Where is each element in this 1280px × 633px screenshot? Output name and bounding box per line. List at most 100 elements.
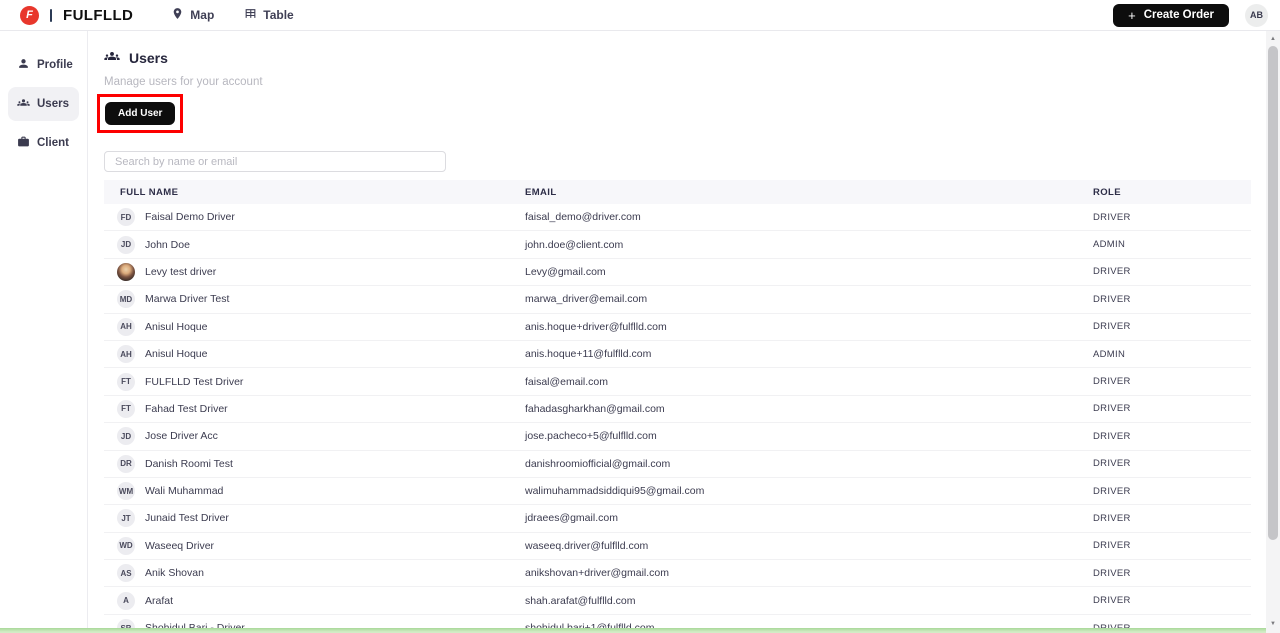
users-icon — [17, 96, 30, 112]
table-row[interactable]: MD Marwa Driver Test marwa_driver@email.… — [104, 286, 1251, 314]
sidebar-item-client[interactable]: Client — [8, 126, 79, 160]
sidebar-item-users[interactable]: Users — [8, 87, 79, 121]
table-row[interactable]: DR Danish Roomi Test danishroomiofficial… — [104, 451, 1251, 478]
user-full-name: Wali Muhammad — [145, 485, 224, 498]
fulflld-logo-icon[interactable]: F — [20, 5, 39, 25]
user-role: ADMIN — [1093, 239, 1126, 251]
vertical-scrollbar[interactable]: ▲ ▼ — [1266, 31, 1280, 633]
bottom-green-bar — [0, 628, 1266, 633]
user-email: jose.pacheco+5@fulflld.com — [525, 430, 657, 443]
table-header-row: FULL NAME EMAIL ROLE — [104, 180, 1251, 204]
row-avatar: WM — [117, 482, 135, 501]
table-body: FD Faisal Demo Driver faisal_demo@driver… — [104, 204, 1251, 633]
user-email: Levy@gmail.com — [525, 265, 606, 278]
user-email: danishroomiofficial@gmail.com — [525, 457, 671, 470]
user-role: DRIVER — [1093, 458, 1131, 470]
user-role: DRIVER — [1093, 512, 1131, 524]
user-full-name: John Doe — [145, 238, 190, 251]
row-avatar: AH — [117, 317, 135, 336]
top-navigation-bar: F FULFLLD Map Table + Create Order AB — [0, 0, 1280, 31]
create-order-button[interactable]: + Create Order — [1113, 3, 1229, 27]
user-role: DRIVER — [1093, 266, 1131, 278]
user-avatar[interactable]: AB — [1245, 3, 1268, 27]
user-email: jdraees@gmail.com — [525, 512, 618, 525]
person-icon — [17, 57, 30, 73]
row-avatar: JD — [117, 427, 135, 446]
user-email: anikshovan+driver@gmail.com — [525, 567, 670, 580]
user-full-name: Faisal Demo Driver — [145, 211, 235, 224]
user-full-name: FULFLLD Test Driver — [145, 375, 244, 388]
table-row[interactable]: AH Anisul Hoque anis.hoque+driver@fulfll… — [104, 314, 1251, 341]
users-icon — [104, 48, 120, 67]
user-email: walimuhammadsiddiqui95@gmail.com — [525, 485, 705, 498]
user-full-name: Jose Driver Acc — [145, 430, 218, 443]
user-email: john.doe@client.com — [525, 238, 624, 251]
annotation-highlight-box: Add User — [97, 94, 184, 133]
page-title: Users — [104, 48, 1251, 67]
row-avatar: JT — [117, 509, 135, 528]
sidebar-item-label: Profile — [37, 59, 73, 71]
table-row[interactable]: AS Anik Shovan anikshovan+driver@gmail.c… — [104, 560, 1251, 588]
table-row[interactable]: JT Junaid Test Driver jdraees@gmail.com … — [104, 505, 1251, 533]
row-avatar: A — [117, 591, 135, 610]
user-full-name: Arafat — [145, 594, 174, 607]
user-full-name: Junaid Test Driver — [145, 512, 229, 525]
table-row[interactable]: A Arafat shah.arafat@fulflld.com DRIVER — [104, 587, 1251, 615]
table-row[interactable]: FT Fahad Test Driver fahadasgharkhan@gma… — [104, 396, 1251, 424]
page-subtitle: Manage users for your account — [104, 76, 263, 88]
row-avatar: DR — [117, 454, 135, 473]
user-full-name: Waseeq Driver — [145, 539, 215, 552]
user-role: DRIVER — [1093, 567, 1131, 579]
table-row[interactable]: JD Jose Driver Acc jose.pacheco+5@fulfll… — [104, 423, 1251, 451]
brand-name: FULFLLD — [63, 6, 134, 24]
row-avatar: WD — [117, 536, 135, 555]
column-header-full-name: FULL NAME — [120, 186, 179, 198]
scrollbar-thumb[interactable] — [1268, 46, 1278, 540]
row-avatar: LT — [117, 262, 135, 281]
row-avatar: FT — [117, 372, 135, 391]
nav-map[interactable]: Map — [171, 7, 214, 23]
table-row[interactable]: FD Faisal Demo Driver faisal_demo@driver… — [104, 204, 1251, 232]
create-order-label: Create Order — [1143, 9, 1214, 21]
user-email: marwa_driver@email.com — [525, 293, 648, 306]
add-user-button[interactable]: Add User — [105, 102, 176, 125]
table-row[interactable]: FT FULFLLD Test Driver faisal@email.com … — [104, 368, 1251, 396]
search-input[interactable] — [104, 151, 446, 172]
sidebar-item-label: Users — [37, 98, 69, 110]
table-row[interactable]: AH Anisul Hoque anis.hoque+11@fulflld.co… — [104, 341, 1251, 369]
user-role: DRIVER — [1093, 403, 1131, 415]
user-email: anis.hoque+11@fulflld.com — [525, 348, 652, 361]
user-email: waseeq.driver@fulflld.com — [525, 539, 649, 552]
logo-divider — [50, 8, 52, 22]
plus-icon: + — [1128, 7, 1136, 23]
briefcase-icon — [17, 135, 30, 151]
user-email: fahadasgharkhan@gmail.com — [525, 402, 665, 415]
scrollbar-down-arrow[interactable]: ▼ — [1266, 617, 1280, 631]
scrollbar-up-arrow[interactable]: ▲ — [1266, 32, 1280, 46]
user-role: DRIVER — [1093, 430, 1131, 442]
user-full-name: Fahad Test Driver — [145, 402, 228, 415]
user-email: faisal_demo@driver.com — [525, 211, 641, 224]
user-full-name: Anisul Hoque — [145, 320, 208, 333]
sidebar-item-profile[interactable]: Profile — [8, 48, 79, 82]
user-role: DRIVER — [1093, 321, 1131, 333]
row-avatar: MD — [117, 290, 135, 309]
nav-table-label: Table — [263, 8, 294, 22]
sidebar: Profile Users Client — [0, 31, 88, 633]
nav-table[interactable]: Table — [244, 7, 294, 23]
row-avatar: JD — [117, 235, 135, 254]
column-header-role: ROLE — [1093, 186, 1121, 198]
column-header-email: EMAIL — [525, 186, 557, 198]
user-full-name: Levy test driver — [145, 265, 217, 278]
table-row[interactable]: JD John Doe john.doe@client.com ADMIN — [104, 231, 1251, 259]
user-role: DRIVER — [1093, 485, 1131, 497]
table-row[interactable]: WM Wali Muhammad walimuhammadsiddiqui95@… — [104, 478, 1251, 506]
row-avatar: FT — [117, 399, 135, 418]
main-content: Users Manage users for your account Add … — [89, 31, 1280, 633]
row-avatar: AH — [117, 345, 135, 364]
map-pin-icon — [171, 7, 184, 23]
user-full-name: Danish Roomi Test — [145, 457, 233, 470]
table-row[interactable]: LT Levy test driver Levy@gmail.com DRIVE… — [104, 259, 1251, 287]
user-full-name: Anik Shovan — [145, 567, 204, 580]
table-row[interactable]: WD Waseeq Driver waseeq.driver@fulflld.c… — [104, 533, 1251, 561]
